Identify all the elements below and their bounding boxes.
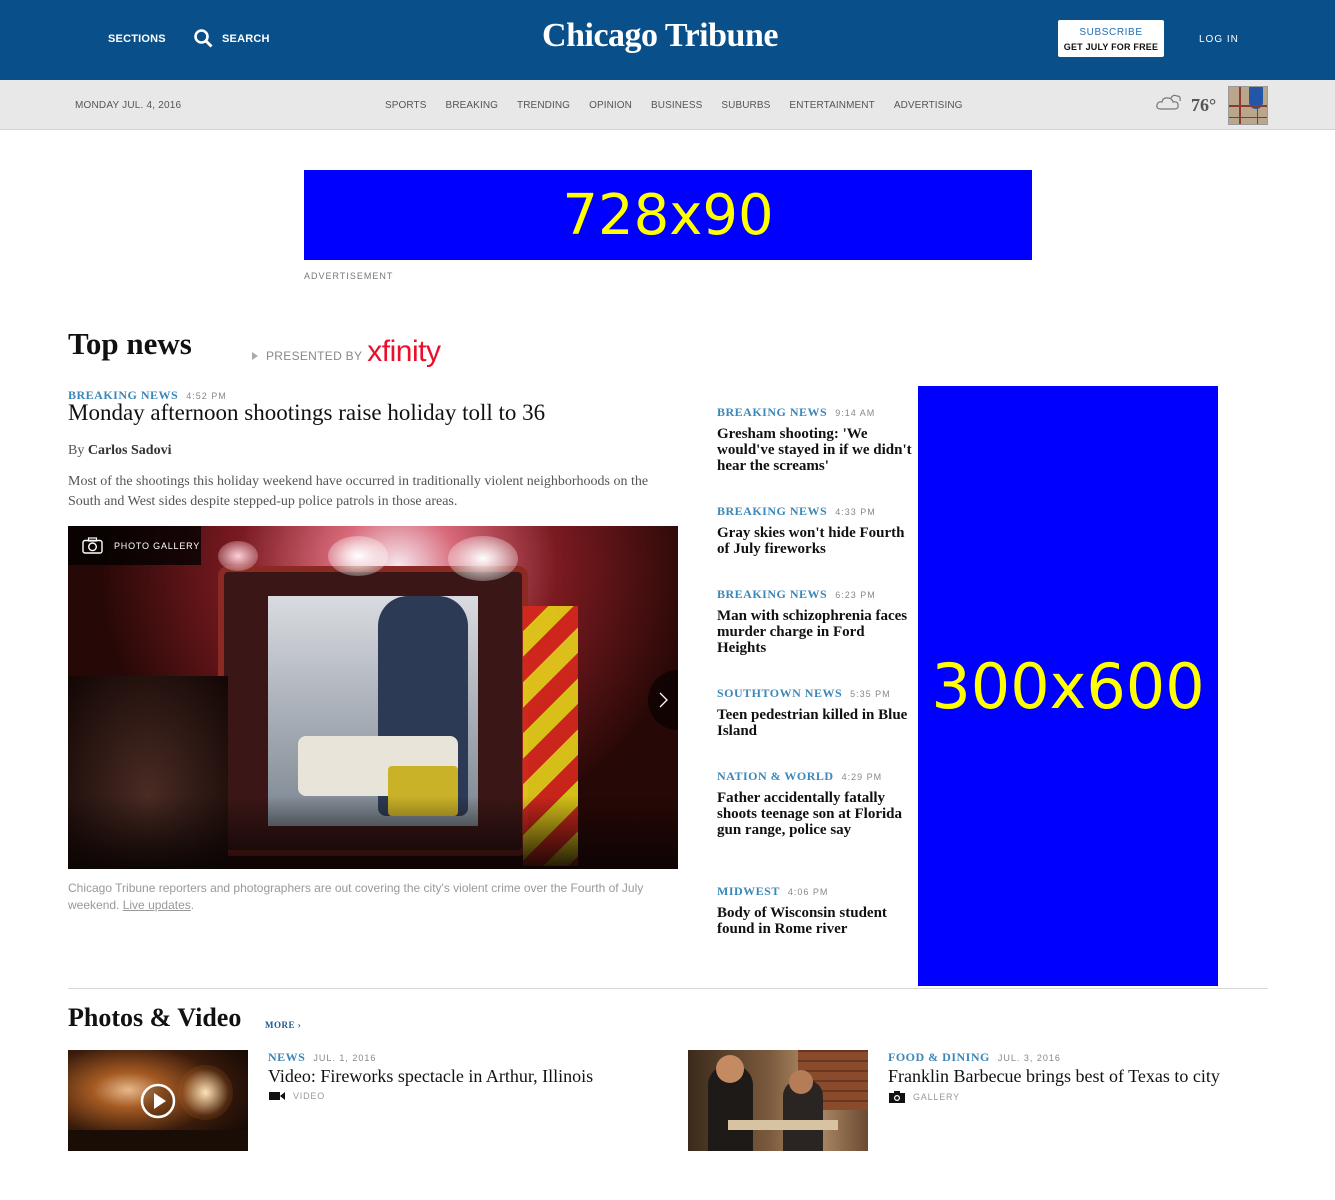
headline-time: 6:23 PM: [835, 590, 876, 600]
subscribe-button[interactable]: SUBSCRIBE GET JULY FOR FREE: [1058, 20, 1164, 57]
headline-time: 4:06 PM: [787, 887, 829, 897]
site-logo[interactable]: Chicago Tribune: [520, 17, 800, 55]
headline-time: 4:33 PM: [835, 507, 876, 517]
gallery-type-label: GALLERY: [913, 1092, 960, 1102]
video-thumbnail[interactable]: [68, 1050, 248, 1151]
nav-link-business[interactable]: BUSINESS: [651, 100, 702, 111]
cloudy-icon: [1156, 94, 1181, 110]
headline-kicker[interactable]: BREAKING NEWS: [717, 504, 827, 518]
advertisement-label: ADVERTISEMENT: [304, 271, 394, 281]
headline-title[interactable]: Teen pedestrian killed in Blue Island: [717, 707, 917, 739]
section-links: SPORTS BREAKING TRENDING OPINION BUSINES…: [385, 100, 982, 111]
sponsor-block[interactable]: PRESENTED BY xfinity: [252, 335, 441, 369]
chevron-right-icon: [659, 692, 668, 708]
lead-summary: Most of the shootings this holiday weeke…: [68, 474, 649, 509]
headline-item: MIDWEST 4:06 PM Body of Wisconsin student…: [717, 882, 917, 937]
camera-icon: [889, 1091, 905, 1103]
nav-link-breaking[interactable]: BREAKING: [446, 100, 498, 111]
gallery-kicker[interactable]: FOOD & DINING: [888, 1050, 990, 1064]
headline-item: BREAKING NEWS 9:14 AM Gresham shooting: '…: [717, 403, 917, 474]
video-meta: NEWS JUL. 1, 2016: [268, 1048, 376, 1066]
weather-map-thumbnail[interactable]: [1228, 86, 1268, 125]
leaderboard-ad[interactable]: 728x90: [304, 170, 1032, 260]
byline-prefix: By: [68, 443, 85, 458]
live-updates-link[interactable]: Live updates: [123, 898, 191, 912]
nav-link-trending[interactable]: TRENDING: [517, 100, 570, 111]
sponsor-logo: xfinity: [367, 335, 441, 368]
skyscraper-ad[interactable]: 300x600: [918, 386, 1218, 986]
headline-kicker[interactable]: BREAKING NEWS: [717, 587, 827, 601]
gallery-title[interactable]: Franklin Barbecue brings best of Texas t…: [888, 1066, 1220, 1087]
headline-title[interactable]: Gresham shooting: 'We would've stayed in…: [717, 426, 917, 474]
caption-end: .: [190, 898, 195, 912]
lead-byline: By Carlos Sadovi: [68, 443, 171, 459]
lead-photo[interactable]: PHOTO GALLERY: [68, 526, 678, 869]
video-type: VIDEO: [269, 1091, 325, 1101]
headline-kicker[interactable]: BREAKING NEWS: [717, 405, 827, 419]
video-type-label: VIDEO: [293, 1091, 326, 1101]
video-date: JUL. 1, 2016: [313, 1053, 377, 1063]
headline-item: NATION & WORLD 4:29 PM Father accidentall…: [717, 767, 917, 838]
nav-link-entertainment[interactable]: ENTERTAINMENT: [789, 100, 874, 111]
video-kicker[interactable]: NEWS: [268, 1050, 305, 1064]
headline-title[interactable]: Body of Wisconsin student found in Rome …: [717, 905, 917, 937]
login-link[interactable]: LOG IN: [1199, 34, 1239, 45]
sections-button[interactable]: SECTIONS: [108, 33, 166, 45]
video-camera-icon: [269, 1092, 285, 1100]
nav-link-opinion[interactable]: OPINION: [589, 100, 632, 111]
headline-time: 9:14 AM: [835, 408, 876, 418]
photo-gallery-badge[interactable]: PHOTO GALLERY: [68, 526, 201, 565]
lead-photo-caption: Chicago Tribune reporters and photograph…: [68, 880, 678, 914]
search-icon: [194, 29, 213, 48]
headline-time: 5:35 PM: [850, 689, 891, 699]
search-button[interactable]: SEARCH: [194, 29, 270, 48]
video-title[interactable]: Video: Fireworks spectacle in Arthur, Il…: [268, 1066, 593, 1087]
byline-author[interactable]: Carlos Sadovi: [88, 443, 172, 458]
current-date: MONDAY JUL. 4, 2016: [75, 100, 182, 111]
headline-title[interactable]: Father accidentally fatally shoots teena…: [717, 790, 917, 838]
play-icon: [140, 1083, 176, 1119]
gallery-date: JUL. 3, 2016: [997, 1053, 1061, 1063]
top-news-heading: Top news: [68, 326, 192, 361]
headline-kicker[interactable]: MIDWEST: [717, 884, 780, 898]
photo-gallery-label: PHOTO GALLERY: [114, 540, 201, 551]
subscribe-label: SUBSCRIBE: [1079, 27, 1143, 38]
play-triangle-icon: [252, 352, 258, 360]
nav-link-advertising[interactable]: ADVERTISING: [894, 100, 963, 111]
photos-video-heading: Photos & Video: [68, 1003, 242, 1032]
nav-link-sports[interactable]: SPORTS: [385, 100, 427, 111]
presented-by-label: PRESENTED BY: [266, 349, 363, 363]
headline-kicker[interactable]: NATION & WORLD: [717, 769, 834, 783]
headline-kicker[interactable]: SOUTHTOWN NEWS: [717, 686, 842, 700]
headline-time: 4:29 PM: [841, 772, 883, 782]
nav-link-suburbs[interactable]: SUBURBS: [721, 100, 770, 111]
skyscraper-ad-label: 300x600: [931, 649, 1205, 723]
gallery-thumbnail[interactable]: [688, 1050, 868, 1151]
leaderboard-ad-label: 728x90: [562, 182, 774, 248]
headline-item: SOUTHTOWN NEWS 5:35 PM Teen pedestrian ki…: [717, 684, 917, 739]
section-divider: [68, 988, 1268, 989]
gallery-meta: FOOD & DINING JUL. 3, 2016: [888, 1048, 1061, 1066]
secondary-nav: MONDAY JUL. 4, 2016 SPORTS BREAKING TREN…: [0, 80, 1335, 130]
lead-headline[interactable]: Monday afternoon shootings raise holiday…: [68, 400, 545, 426]
headline-title[interactable]: Man with schizophrenia faces murder char…: [717, 608, 917, 656]
more-link[interactable]: MORE ›: [265, 1020, 301, 1030]
temperature: 76°: [1191, 95, 1217, 115]
camera-icon: [82, 537, 103, 554]
headline-title[interactable]: Gray skies won't hide Fourth of July fir…: [717, 525, 917, 557]
headline-item: BREAKING NEWS 6:23 PM Man with schizophre…: [717, 585, 917, 656]
gallery-type: GALLERY: [889, 1091, 960, 1103]
search-label: SEARCH: [222, 32, 270, 45]
headline-item: BREAKING NEWS 4:33 PM Gray skies won't hi…: [717, 502, 917, 557]
subscribe-offer: GET JULY FOR FREE: [1063, 42, 1159, 52]
site-header: SECTIONS SEARCH Chicago Tribune SUBSCRIB…: [0, 0, 1335, 80]
